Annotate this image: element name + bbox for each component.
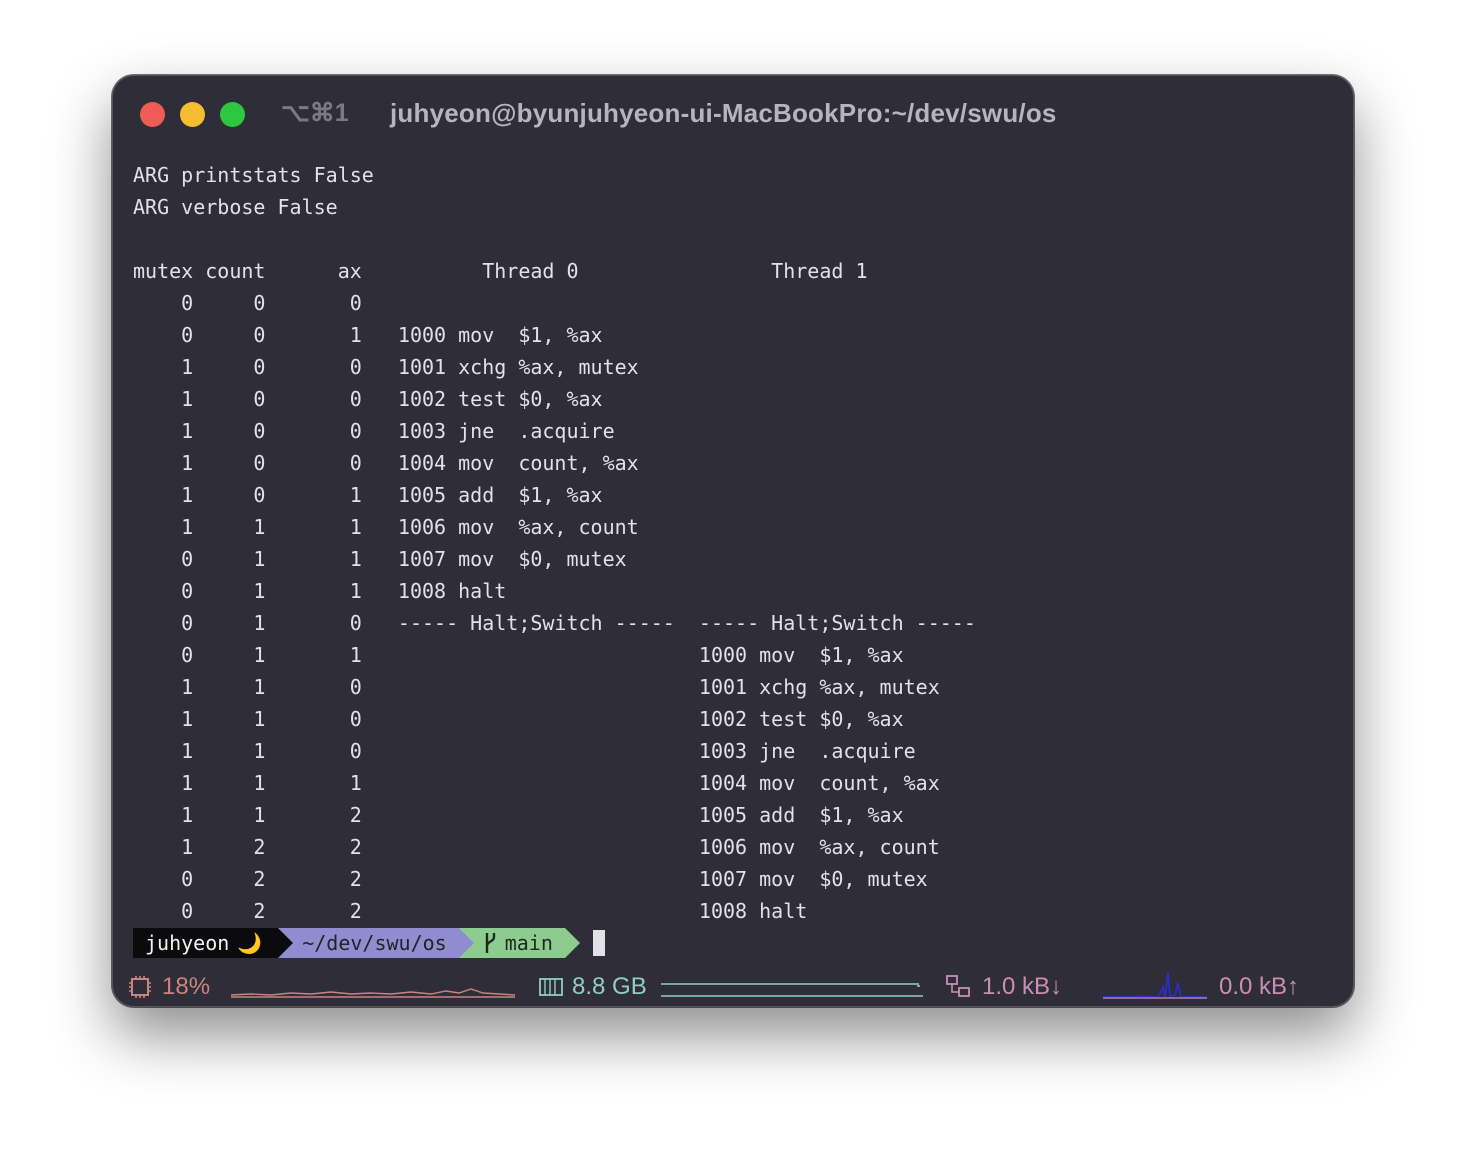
segment-separator (458, 928, 474, 958)
output-line: 0 0 0 (133, 291, 362, 315)
output-line: 1 0 0 1001 xchg %ax, mutex (133, 355, 639, 379)
prompt-path-segment: ~/dev/swu/os (278, 928, 474, 958)
network-download: 1.0 kB↓ (982, 973, 1063, 1000)
tab-shortcut-label: ⌥⌘1 (281, 99, 349, 127)
prompt-branch: main (504, 931, 553, 955)
output-line: mutex count ax Thread 0 Thread 1 (133, 259, 868, 283)
output-line: ARG verbose False (133, 195, 338, 219)
network-graph (1103, 972, 1207, 999)
status-bar: 18% 8.8 GB 1.0 kB↓ 0.0 kB↑ (113, 969, 1353, 1005)
output-line: 1 1 1 1004 mov count, %ax (133, 771, 940, 795)
memory-icon (539, 978, 563, 996)
prompt-path: ~/dev/swu/os (302, 931, 447, 955)
memory-usage: 8.8 GB (572, 973, 647, 1000)
moon-icon: 🌙 (237, 931, 263, 955)
output-line: 1 1 0 1001 xchg %ax, mutex (133, 675, 940, 699)
prompt-user-segment: juhyeon 🌙 (133, 928, 294, 958)
segment-separator (278, 928, 294, 958)
cpu-graph (231, 988, 515, 998)
prompt-user: juhyeon (145, 931, 230, 955)
prompt-git-segment: main (458, 928, 580, 958)
minimize-button[interactable] (180, 102, 205, 127)
output-line: 1 0 0 1003 jne .acquire (133, 419, 615, 443)
close-button[interactable] (140, 102, 165, 127)
output-line: 1 2 2 1006 mov %ax, count (133, 835, 940, 859)
window-title: juhyeon@byunjuhyeon-ui-MacBookPro:~/dev/… (390, 98, 1057, 128)
output-line: 1 0 0 1004 mov count, %ax (133, 451, 639, 475)
cpu-usage: 18% (162, 973, 211, 1000)
output-line: 1 1 2 1005 add $1, %ax (133, 803, 904, 827)
output-line: 1 0 0 1002 test $0, %ax (133, 387, 603, 411)
output-line: 1 1 0 1003 jne .acquire (133, 739, 916, 763)
network-upload: 0.0 kB↑ (1219, 973, 1300, 1000)
terminal-output: ARG printstats False ARG verbose False m… (133, 159, 976, 927)
segment-separator (564, 928, 580, 958)
output-line: 0 1 0 ----- Halt;Switch ----- ----- Halt… (133, 611, 976, 635)
output-line: 0 1 1 1008 halt (133, 579, 507, 603)
output-line: ARG printstats False (133, 163, 374, 187)
memory-graph (661, 983, 923, 997)
output-line: 0 2 2 1008 halt (133, 899, 808, 923)
git-branch-icon (485, 933, 495, 953)
cpu-icon (129, 976, 151, 998)
output-line: 1 0 1 1005 add $1, %ax (133, 483, 603, 507)
output-line: 0 2 2 1007 mov $0, mutex (133, 867, 928, 891)
zoom-button[interactable] (220, 102, 245, 127)
output-line: 0 1 1 1007 mov $0, mutex (133, 547, 627, 571)
terminal-window: ⌥⌘1 juhyeon@byunjuhyeon-ui-MacBookPro:~/… (112, 75, 1354, 1007)
title-bar: ⌥⌘1 juhyeon@byunjuhyeon-ui-MacBookPro:~/… (113, 76, 1353, 154)
shell-prompt[interactable]: juhyeon 🌙 ~/dev/swu/os main (133, 928, 605, 958)
text-cursor (592, 930, 605, 956)
network-icon (946, 975, 970, 997)
output-line: 1 1 1 1006 mov %ax, count (133, 515, 639, 539)
output-line: 1 1 0 1002 test $0, %ax (133, 707, 904, 731)
output-line: 0 1 1 1000 mov $1, %ax (133, 643, 904, 667)
output-line: 0 0 1 1000 mov $1, %ax (133, 323, 603, 347)
